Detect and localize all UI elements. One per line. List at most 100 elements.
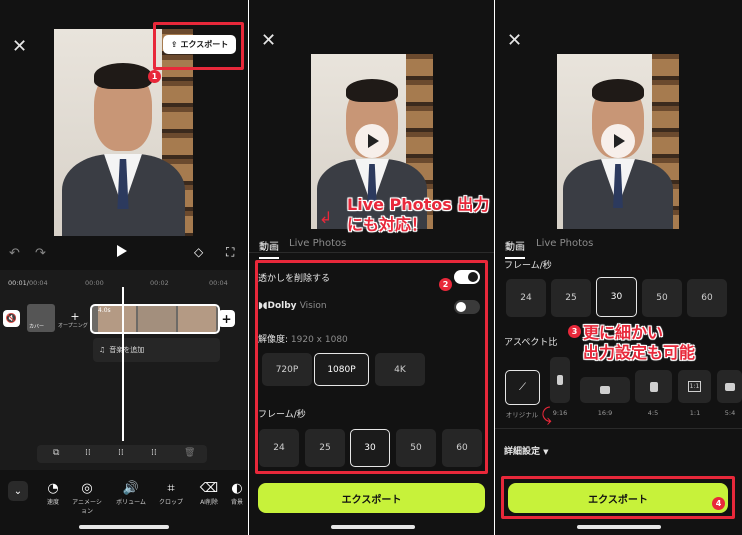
frame-rate-label: フレーム/秒 (504, 261, 552, 271)
tool-background[interactable]: ◐ 背景 (226, 481, 248, 506)
add-music-label: 音楽を追加 (109, 346, 145, 354)
frame-60[interactable]: 60 (687, 279, 727, 317)
timecode: 00:01/00:04 (8, 279, 48, 287)
tool-label: クロップ (158, 499, 183, 506)
ruler-tick: 00:00 (85, 279, 104, 287)
tool-label: ボリューム (116, 499, 146, 506)
collapse-chevron-icon[interactable]: ⌄ (8, 481, 28, 501)
square-icon: 1:1 (687, 381, 702, 392)
animation-icon: ◎ (81, 481, 93, 496)
video-clip[interactable]: 4.0s (90, 304, 220, 334)
hair-shape (94, 63, 152, 89)
ratio-label: 4:5 (647, 409, 659, 417)
add-clip-button[interactable]: + (218, 310, 235, 327)
mute-icon[interactable]: 🔇 (3, 310, 20, 327)
background-icon: ◐ (231, 481, 243, 496)
keyframe-icon[interactable]: ◇ (194, 245, 203, 259)
time-total: 00:04 (28, 279, 48, 287)
split-icon[interactable]: ⁞⁞ (118, 448, 124, 458)
tool-label: 速度 (46, 499, 59, 506)
hair-shape (592, 79, 644, 102)
step-badge-1: 1 (148, 70, 161, 83)
tool-volume[interactable]: 🔊 ボリューム (114, 481, 148, 506)
copy-icon[interactable]: ⧉ (53, 448, 59, 458)
undo-icon[interactable]: ↶ (9, 246, 20, 261)
ratio-4-5-icon (649, 381, 658, 392)
ratio-4-5[interactable] (635, 370, 672, 403)
close-icon[interactable]: ✕ (261, 32, 276, 50)
play-icon[interactable] (601, 124, 635, 158)
section-divider (495, 428, 742, 429)
tab-video[interactable]: 動画 (259, 238, 279, 259)
frame-24[interactable]: 24 (506, 279, 546, 317)
caret-down-icon: ▼ (543, 448, 549, 456)
original-ratio-icon: ⟋ (519, 382, 526, 393)
highlight-box-2 (255, 260, 488, 474)
ratio-5-4[interactable] (717, 370, 742, 403)
highlight-box-1 (153, 22, 244, 70)
speed-icon: ◔ (47, 481, 59, 496)
split-left-icon[interactable]: ⁞⁞ (85, 448, 91, 458)
clip-frame (178, 306, 216, 332)
step-badge-3: 3 (568, 325, 581, 338)
fullscreen-icon[interactable]: ⛶ (226, 245, 234, 260)
clip-duration: 4.0s (98, 307, 111, 314)
split-right-icon[interactable]: ⁞⁞ (151, 448, 157, 458)
home-indicator (331, 525, 415, 529)
editor-panel: ✕ ⇪ エクスポート 1 ↶ ↷ ◇ ⛶ 00:01/00:04 00:00 00… (0, 0, 248, 535)
export-settings-detail-panel: ✕ 動画 Live Photos フレーム/秒 24 25 30 50 60 ア… (495, 0, 742, 535)
ratio-1-1[interactable]: 1:1 (678, 370, 711, 403)
timeline-area (0, 270, 248, 470)
tool-label: アニメーション (72, 499, 102, 515)
tab-live-photos[interactable]: Live Photos (289, 238, 346, 249)
add-music-button[interactable]: ♫ 音楽を追加 (93, 338, 220, 362)
tool-ai-erase[interactable]: ⌫ AI削除 (192, 481, 226, 506)
step-badge-4: 4 (712, 497, 725, 510)
ruler-tick: 00:02 (150, 279, 169, 287)
home-indicator (577, 525, 661, 529)
close-icon[interactable]: ✕ (507, 32, 522, 50)
advanced-settings-toggle[interactable]: 詳細設定 ▼ (504, 444, 549, 457)
frame-30[interactable]: 30 (596, 277, 637, 317)
redo-icon[interactable]: ↷ (35, 246, 46, 261)
ratio-9-16[interactable] (550, 357, 570, 403)
time-current: 00:01 (8, 279, 27, 287)
music-icon: ♫ (99, 346, 106, 354)
volume-icon: 🔊 (122, 481, 140, 496)
tool-label: 背景 (230, 499, 243, 506)
tool-label: AI削除 (200, 499, 218, 506)
frame-25[interactable]: 25 (551, 279, 591, 317)
tool-crop[interactable]: ⌗ クロップ (154, 481, 188, 506)
crop-icon: ⌗ (167, 481, 175, 496)
annotation-detailed-settings: 更に細かい 出力設定も可能 (583, 323, 696, 362)
clip-frame (138, 306, 176, 332)
tool-speed[interactable]: ◔ 速度 (36, 481, 70, 506)
home-indicator (79, 525, 169, 529)
opening-label: オープニング (58, 323, 88, 329)
advanced-settings-label: 詳細設定 (504, 447, 541, 457)
trash-icon[interactable]: 🗑 (184, 448, 195, 458)
export-confirm-button[interactable]: エクスポート (258, 483, 485, 513)
tool-animation[interactable]: ◎ アニメーション (70, 481, 104, 515)
ratio-original[interactable]: ⟋ (505, 370, 540, 405)
frame-50[interactable]: 50 (642, 279, 682, 317)
export-settings-panel: ✕ Live Photos 出力 にも対応！ ↲ 動画 Live Photos … (249, 0, 494, 535)
tab-live-photos[interactable]: Live Photos (536, 238, 593, 249)
tab-divider (249, 252, 494, 253)
play-icon[interactable] (117, 245, 127, 257)
hair-shape (346, 79, 398, 102)
ratio-label: 9:16 (552, 409, 568, 417)
landscape-icon (600, 386, 610, 394)
ratio-label: 16:9 (597, 409, 613, 417)
ratio-5-4-icon (724, 382, 735, 391)
cover-label: カバー (29, 324, 45, 330)
ai-erase-icon: ⌫ (199, 481, 219, 496)
play-icon[interactable] (355, 124, 389, 158)
annotation-live-photos: Live Photos 出力 にも対応！ (347, 195, 490, 234)
tab-video[interactable]: 動画 (505, 238, 525, 259)
export-confirm-button[interactable]: エクスポート (508, 483, 728, 513)
close-icon[interactable]: ✕ (12, 38, 27, 56)
ratio-16-9[interactable] (580, 377, 630, 403)
ruler-tick: 00:04 (209, 279, 228, 287)
playhead[interactable] (122, 287, 124, 441)
